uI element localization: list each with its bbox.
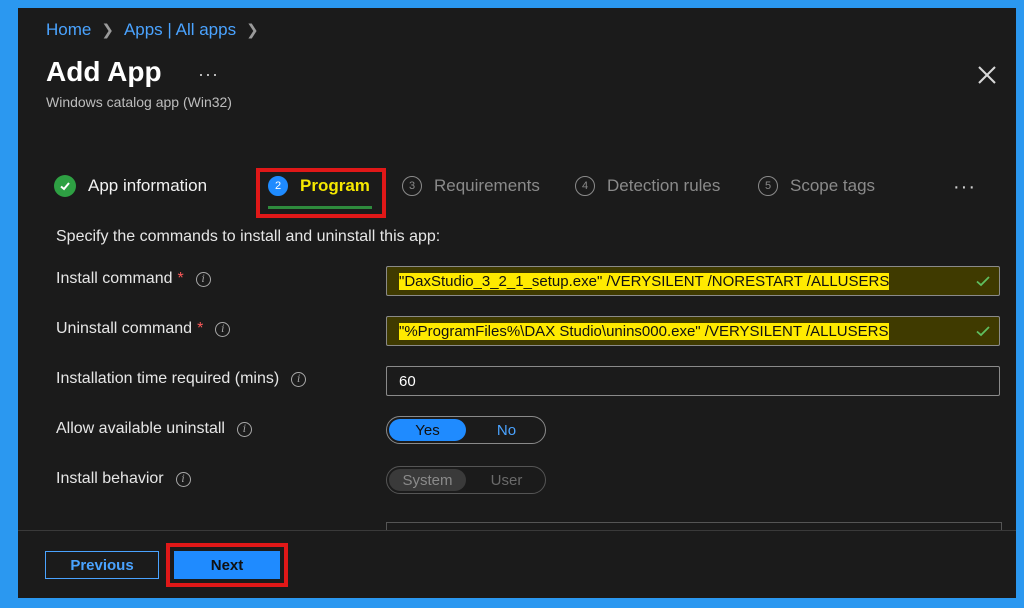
next-button[interactable]: Next bbox=[174, 551, 280, 579]
info-icon[interactable]: i bbox=[175, 471, 191, 487]
required-mark: * bbox=[177, 270, 184, 287]
installation-time-input[interactable]: 60 bbox=[386, 366, 1000, 396]
tab-app-information[interactable]: App information bbox=[54, 168, 207, 204]
info-icon[interactable]: i bbox=[236, 421, 252, 437]
install-command-input[interactable]: "DaxStudio_3_2_1_setup.exe" /VERYSILENT … bbox=[386, 266, 1000, 296]
close-icon[interactable] bbox=[976, 64, 998, 86]
step-number-icon: 3 bbox=[402, 176, 422, 196]
add-app-panel: Home ❯ Apps | All apps ❯ Add App ··· Win… bbox=[18, 8, 1016, 598]
check-circle-icon bbox=[54, 175, 76, 197]
checkmark-icon bbox=[976, 326, 990, 337]
tab-label: App information bbox=[88, 176, 208, 195]
info-icon[interactable]: i bbox=[195, 271, 211, 287]
install-behavior-row: Install behavior i System User bbox=[56, 466, 996, 496]
install-command-row: Install command * i "DaxStudio_3_2_1_set… bbox=[56, 266, 1000, 296]
uninstall-command-input[interactable]: "%ProgramFiles%\DAX Studio\unins000.exe"… bbox=[386, 316, 1000, 346]
label-text: Installation time required (mins) bbox=[56, 370, 280, 387]
wizard-footer: Previous Next bbox=[18, 530, 1016, 598]
label-text: Allow available uninstall bbox=[56, 420, 225, 437]
label-text: Install behavior bbox=[56, 470, 164, 487]
tab-label: Scope tags bbox=[790, 176, 876, 195]
label-text: Install command bbox=[56, 270, 173, 287]
install-behavior-label: Install behavior i bbox=[56, 470, 191, 488]
breadcrumb: Home ❯ Apps | All apps ❯ bbox=[46, 20, 269, 40]
tab-label: Detection rules bbox=[607, 176, 721, 195]
breadcrumb-home[interactable]: Home bbox=[46, 20, 91, 40]
input-value: "%ProgramFiles%\DAX Studio\unins000.exe"… bbox=[399, 322, 889, 340]
more-tabs-icon[interactable]: ··· bbox=[953, 176, 976, 199]
installation-time-row: Installation time required (mins) i 60 bbox=[56, 366, 1000, 396]
tab-detection-rules[interactable]: 4 Detection rules bbox=[575, 168, 720, 204]
install-behavior-toggle: System User bbox=[386, 466, 546, 494]
annotation-highlight-box bbox=[256, 168, 386, 218]
allow-uninstall-row: Allow available uninstall i Yes No bbox=[56, 416, 996, 446]
step-number-icon: 4 bbox=[575, 176, 595, 196]
previous-button[interactable]: Previous bbox=[45, 551, 159, 579]
toggle-system[interactable]: System bbox=[389, 469, 466, 491]
input-value: 60 bbox=[399, 372, 416, 390]
tab-label: Requirements bbox=[434, 176, 540, 195]
installation-time-label: Installation time required (mins) i bbox=[56, 370, 307, 388]
breadcrumb-apps[interactable]: Apps | All apps bbox=[124, 20, 236, 40]
toggle-no[interactable]: No bbox=[468, 417, 545, 443]
uninstall-command-label: Uninstall command * i bbox=[56, 320, 231, 338]
info-icon[interactable]: i bbox=[291, 371, 307, 387]
required-mark: * bbox=[197, 320, 204, 337]
allow-uninstall-label: Allow available uninstall i bbox=[56, 420, 252, 438]
input-value: "DaxStudio_3_2_1_setup.exe" /VERYSILENT … bbox=[399, 272, 890, 290]
tab-requirements[interactable]: 3 Requirements bbox=[402, 168, 540, 204]
chevron-right-icon: ❯ bbox=[101, 22, 114, 39]
tab-scope-tags[interactable]: 5 Scope tags bbox=[758, 168, 875, 204]
form-intro: Specify the commands to install and unin… bbox=[56, 228, 441, 245]
wizard-tabs: App information 2 Program 3 Requirements… bbox=[54, 168, 994, 204]
toggle-user[interactable]: User bbox=[468, 467, 545, 493]
more-options-icon[interactable]: ··· bbox=[198, 64, 219, 85]
info-icon[interactable]: i bbox=[215, 321, 231, 337]
page-subtitle: Windows catalog app (Win32) bbox=[46, 94, 232, 110]
uninstall-command-row: Uninstall command * i "%ProgramFiles%\DA… bbox=[56, 316, 1000, 346]
checkmark-icon bbox=[976, 276, 990, 287]
toggle-yes[interactable]: Yes bbox=[389, 419, 466, 441]
install-command-label: Install command * i bbox=[56, 270, 211, 288]
page-title: Add App bbox=[46, 56, 162, 87]
label-text: Uninstall command bbox=[56, 320, 193, 337]
allow-uninstall-toggle: Yes No bbox=[386, 416, 546, 444]
chevron-right-icon: ❯ bbox=[246, 22, 259, 39]
step-number-icon: 5 bbox=[758, 176, 778, 196]
